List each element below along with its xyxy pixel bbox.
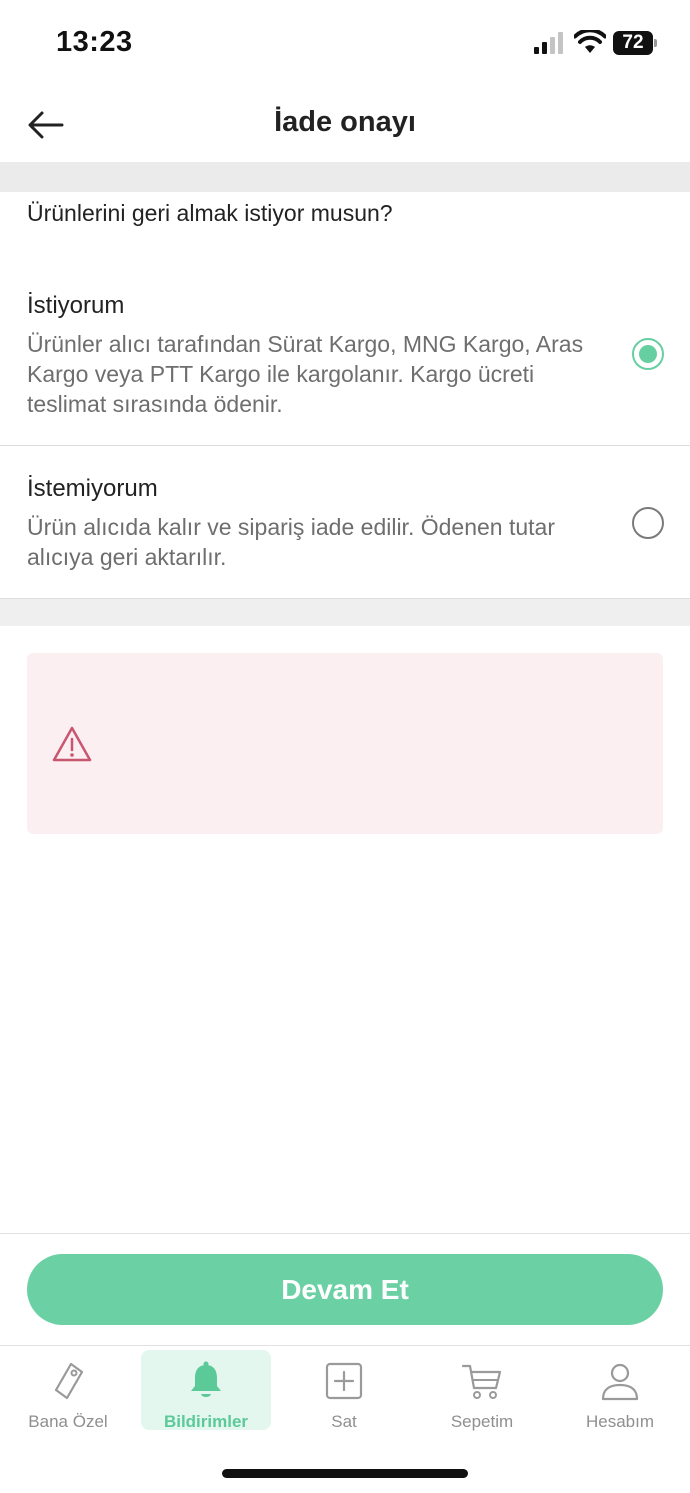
tab-label: Sat [331,1412,357,1431]
plus-square-icon [325,1362,363,1400]
tab-hesabim[interactable]: Hesabım [555,1350,685,1431]
tab-label: Bildirimler [163,1412,249,1431]
option-title: İstiyorum [27,292,125,319]
tab-bildirimler[interactable]: Bildirimler [141,1350,271,1431]
cellular-signal-icon [534,32,563,54]
battery-icon: 72 [613,31,657,55]
status-bar: 13:23 72 [0,0,690,90]
tag-icon [54,1362,84,1400]
radio-button-unselected[interactable] [632,507,664,539]
status-time: 13:23 [56,26,133,58]
option-istiyorum[interactable]: İstiyorum Ürünler alıcı tarafından Sürat… [0,270,690,445]
tab-sat[interactable]: Sat [279,1350,409,1431]
option-title: İstemiyorum [27,475,158,502]
bell-icon [191,1361,221,1397]
page-title: İade onayı [274,106,416,138]
tab-label: Bana Özel [28,1412,108,1431]
cart-icon [461,1364,502,1399]
divider [0,1233,690,1234]
option-description: Ürünler alıcı tarafından Sürat Kargo, MN… [27,331,584,417]
tab-label: Sepetim [450,1412,514,1431]
battery-tip [654,39,657,47]
user-icon [601,1363,639,1401]
tab-sepetim[interactable]: Sepetim [417,1350,547,1431]
section-separator [0,162,690,192]
warning-icon [52,726,92,762]
tab-bana-ozel[interactable]: Bana Özel [3,1350,133,1431]
section-separator [0,599,690,626]
tab-label: Hesabım [585,1412,655,1431]
home-indicator [222,1469,468,1478]
option-description: Ürün alıcıda kalır ve sipariş iade edili… [27,514,555,570]
option-istemiyorum[interactable]: İstemiyorum Ürün alıcıda kalır ve sipari… [0,446,690,598]
tab-bar: Bana Özel Bildirimler Sat Sepetim Hesabı… [0,1346,690,1436]
question-text: Ürünlerini geri almak istiyor musun? [27,200,393,226]
radio-button-selected[interactable] [632,338,664,370]
warning-box [27,653,663,834]
wifi-icon [574,30,606,53]
nav-bar: İade onayı [0,90,690,162]
continue-button[interactable]: Devam Et [27,1254,663,1325]
battery-level: 72 [613,31,653,55]
